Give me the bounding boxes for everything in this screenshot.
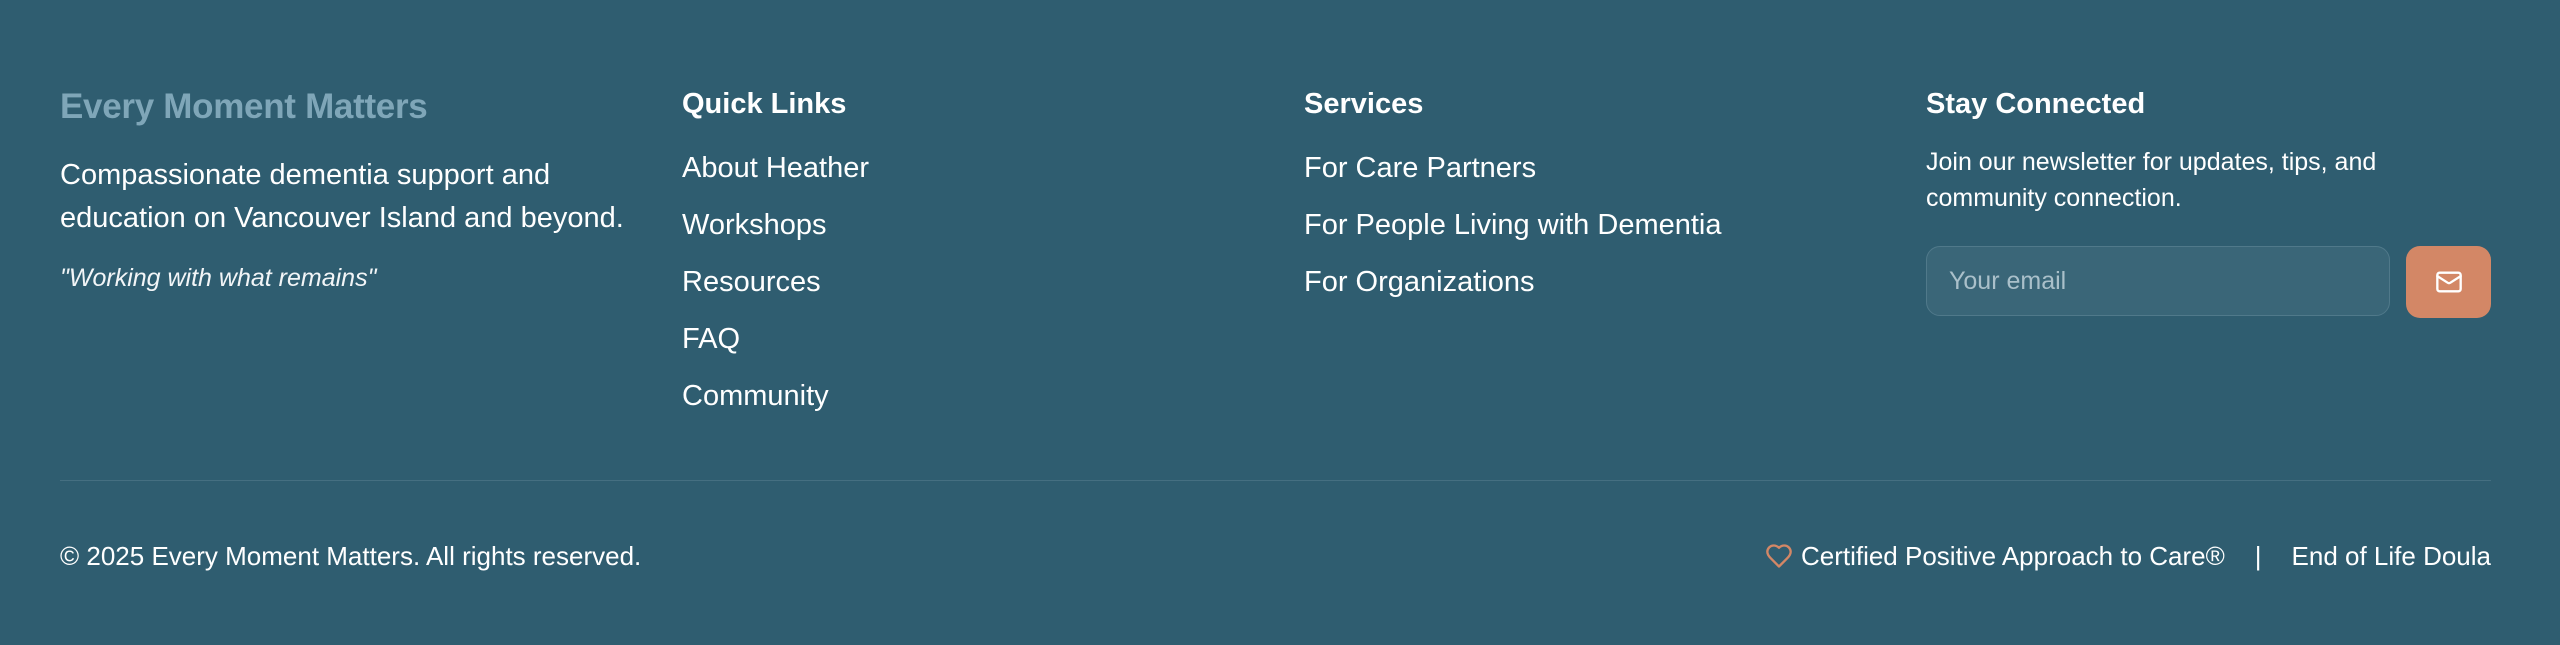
mail-icon <box>2435 268 2463 296</box>
quick-links-column: Quick Links About Heather Workshops Reso… <box>682 84 1242 435</box>
list-item: For Care Partners <box>1304 150 1864 207</box>
email-input[interactable] <box>1926 246 2390 316</box>
list-item: FAQ <box>682 321 1242 378</box>
link-organizations[interactable]: For Organizations <box>1304 264 1535 300</box>
site-footer: Every Moment Matters Compassionate demen… <box>0 0 2560 645</box>
list-item: Community <box>682 378 1242 435</box>
list-item: For Organizations <box>1304 264 1864 321</box>
role-text: End of Life Doula <box>2291 541 2491 571</box>
list-item: Resources <box>682 264 1242 321</box>
link-care-partners[interactable]: For Care Partners <box>1304 150 1536 186</box>
heart-icon <box>1765 542 1793 570</box>
quick-links-list: About Heather Workshops Resources FAQ Co… <box>682 150 1242 435</box>
brand-motto: "Working with what remains" <box>60 264 377 292</box>
certification-text: Certified Positive Approach to Care® <box>1800 541 2225 571</box>
services-title: Services <box>1304 88 1424 120</box>
link-resources[interactable]: Resources <box>682 264 821 300</box>
services-list: For Care Partners For People Living with… <box>1304 150 1864 321</box>
brand-column: Every Moment Matters Compassionate demen… <box>60 84 640 293</box>
link-workshops[interactable]: Workshops <box>682 207 827 243</box>
list-item: Workshops <box>682 207 1242 264</box>
list-item: About Heather <box>682 150 1242 207</box>
services-column: Services For Care Partners For People Li… <box>1304 84 1864 321</box>
link-community[interactable]: Community <box>682 378 829 414</box>
credentials-separator: | <box>2254 541 2262 571</box>
brand-name: Every Moment Matters <box>60 87 428 126</box>
subscribe-button[interactable] <box>2406 246 2491 318</box>
link-faq[interactable]: FAQ <box>682 321 740 357</box>
quick-links-title: Quick Links <box>682 88 847 120</box>
list-item: For People Living with Dementia <box>1304 207 1864 264</box>
brand-tagline: Compassionate dementia support and educa… <box>60 159 624 234</box>
newsletter-title: Stay Connected <box>1926 88 2146 120</box>
credentials: Certified Positive Approach to Care® | E… <box>1765 540 2491 572</box>
footer-divider <box>60 480 2491 481</box>
copyright-text: © 2025 Every Moment Matters. All rights … <box>60 541 642 571</box>
newsletter-column: Stay Connected Join our newsletter for u… <box>1926 84 2500 318</box>
link-about-heather[interactable]: About Heather <box>682 150 869 186</box>
link-people-living-with-dementia[interactable]: For People Living with Dementia <box>1304 207 1721 243</box>
newsletter-description: Join our newsletter for updates, tips, a… <box>1926 148 2377 212</box>
newsletter-form <box>1926 246 2500 318</box>
